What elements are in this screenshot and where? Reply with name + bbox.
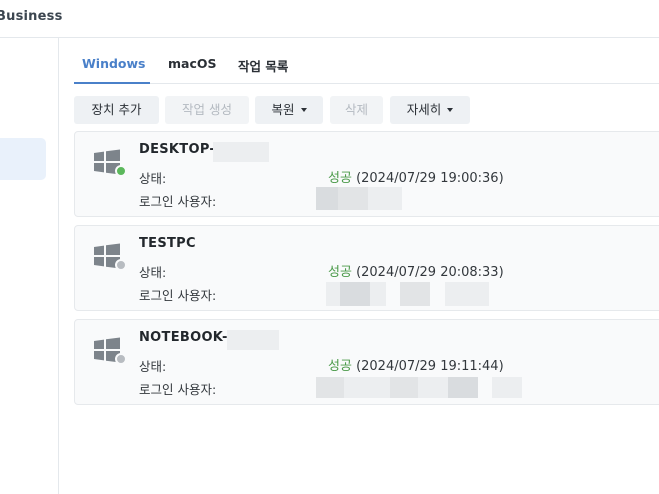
redacted-user [368, 187, 402, 210]
redacted-user [418, 377, 448, 398]
redacted-user [316, 377, 344, 398]
chevron-down-icon [447, 108, 454, 112]
device-name: DESKTOP- [139, 142, 216, 157]
device-card[interactable]: TESTPC 상태: 성공 (2024/07/29 20:08:33) 로그인 … [74, 225, 659, 311]
device-card[interactable]: NOTEBOOK- 상태: 성공 (2024/07/29 19:11:44) 로… [74, 319, 659, 405]
sidebar [0, 38, 59, 494]
device-card[interactable]: DESKTOP- 상태: 성공 (2024/07/29 19:00:36) 로그… [74, 131, 659, 217]
status-time: (2024/07/29 19:00:36) [356, 171, 504, 186]
add-device-button[interactable]: 장치 추가 [74, 96, 159, 124]
redacted-user [370, 282, 386, 306]
delete-button[interactable]: 삭제 [330, 96, 383, 124]
status-value: 성공 (2024/07/29 20:08:33) [328, 261, 504, 280]
redacted-user [316, 187, 338, 210]
redacted-user [448, 377, 478, 398]
status-success-text: 성공 [328, 359, 352, 374]
redacted-user [338, 187, 368, 210]
tab-bar: Windows macOS 작업 목록 [74, 38, 659, 84]
device-name: TESTPC [139, 236, 196, 251]
chevron-down-icon [300, 108, 307, 112]
status-label: 상태: [139, 359, 167, 374]
redacted-user [326, 282, 340, 306]
app-window: Business Windows macOS 작업 목록 장치 추가 작업 생성… [0, 0, 659, 494]
status-time: (2024/07/29 20:08:33) [356, 265, 504, 280]
tab-task-list[interactable]: 작업 목록 [238, 56, 288, 75]
details-label: 자세히 [406, 102, 442, 117]
redacted-user [475, 282, 489, 306]
status-success-text: 성공 [328, 171, 352, 186]
redacted-name [227, 330, 279, 350]
top-bar: Business [0, 0, 659, 38]
sidebar-item-active[interactable] [0, 138, 46, 180]
status-label: 상태: [139, 265, 167, 280]
offline-status-dot [115, 353, 127, 365]
redacted-user [400, 282, 430, 306]
delete-label: 삭제 [344, 102, 368, 117]
redacted-user [445, 282, 475, 306]
offline-status-dot [115, 259, 127, 271]
redacted-user [340, 282, 370, 306]
redacted-name [213, 142, 269, 162]
add-device-label: 장치 추가 [91, 102, 142, 117]
restore-button[interactable]: 복원 [255, 96, 323, 124]
login-user-label: 로그인 사용자: [139, 382, 217, 397]
active-tab-indicator [74, 82, 150, 84]
redacted-user [492, 377, 522, 398]
status-value: 성공 (2024/07/29 19:00:36) [328, 167, 504, 186]
status-value: 성공 (2024/07/29 19:11:44) [328, 355, 504, 374]
app-title: Business [0, 9, 63, 24]
redacted-user [344, 377, 390, 398]
restore-label: 복원 [271, 102, 295, 117]
tab-windows[interactable]: Windows [82, 56, 146, 71]
login-user-label: 로그인 사용자: [139, 194, 217, 209]
status-success-text: 성공 [328, 265, 352, 280]
tab-macos[interactable]: macOS [168, 56, 217, 71]
create-task-button[interactable]: 작업 생성 [165, 96, 249, 124]
create-task-label: 작업 생성 [182, 102, 232, 117]
online-status-dot [115, 165, 127, 177]
redacted-user [390, 377, 418, 398]
status-label: 상태: [139, 171, 167, 186]
device-name: NOTEBOOK- [139, 330, 228, 345]
details-button[interactable]: 자세히 [390, 96, 470, 124]
login-user-label: 로그인 사용자: [139, 288, 217, 303]
status-time: (2024/07/29 19:11:44) [356, 359, 504, 374]
